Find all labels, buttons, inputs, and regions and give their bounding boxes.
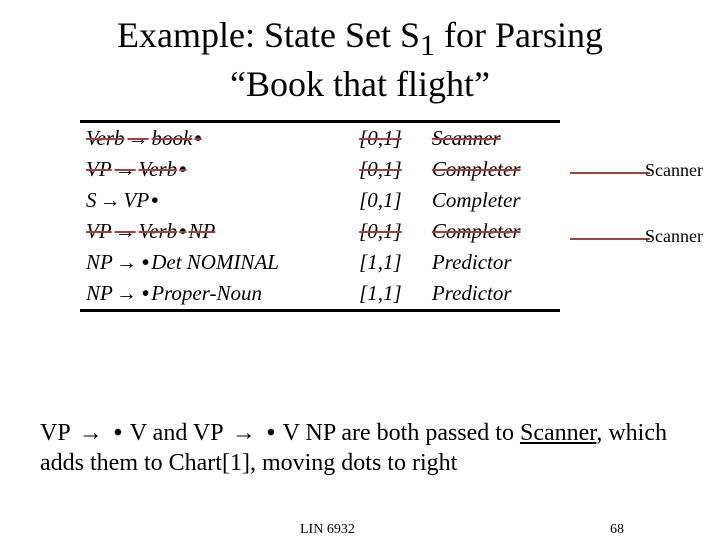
slide-title: Example: State Set S1 for Parsing “Book … xyxy=(40,15,680,105)
annotation-line-icon xyxy=(570,172,650,174)
title-text-b: for Parsing xyxy=(435,15,603,55)
state-table: Verb→book• [0,1] Scanner VP→Verb• [0,1] … xyxy=(80,120,560,312)
annotation-scanner: Scanner xyxy=(645,160,703,181)
title-text-c: “Book that flight” xyxy=(230,64,490,104)
caption: VP → • V and VP → • V NP are both passed… xyxy=(40,418,680,478)
title-text-a: Example: State Set S xyxy=(117,15,420,55)
course-code: LIN 6932 xyxy=(300,522,355,538)
table-row: Verb→book• [0,1] Scanner xyxy=(80,122,560,155)
state-table-area: Verb→book• [0,1] Scanner VP→Verb• [0,1] … xyxy=(80,120,640,312)
page-number: 68 xyxy=(610,522,624,538)
title-subscript: 1 xyxy=(420,29,435,62)
table-row: VP→Verb• [0,1] Completer xyxy=(80,154,560,185)
table-row: VP→Verb•NP [0,1] Completer xyxy=(80,216,560,247)
annotation-scanner: Scanner xyxy=(645,226,703,247)
scanner-keyword: Scanner xyxy=(520,420,596,446)
table-row: NP→•Det NOMINAL [1,1] Predictor xyxy=(80,247,560,278)
slide: Example: State Set S1 for Parsing “Book … xyxy=(0,0,720,540)
table-row: S→VP• [0,1] Completer xyxy=(80,185,560,216)
table-row: NP→•Proper-Noun [1,1] Predictor xyxy=(80,278,560,311)
annotation-line-icon xyxy=(570,238,650,240)
